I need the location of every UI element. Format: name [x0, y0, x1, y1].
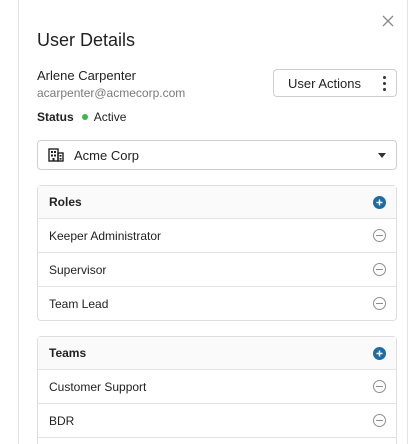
user-name: Arlene Carpenter: [37, 68, 136, 83]
team-label: BDR: [49, 413, 75, 428]
remove-team-button[interactable]: [373, 414, 386, 427]
remove-role-button[interactable]: [373, 263, 386, 276]
building-icon: [48, 148, 64, 162]
organization-select[interactable]: Acme Corp: [37, 140, 397, 170]
remove-role-button[interactable]: [373, 297, 386, 310]
status-row: Status Active: [37, 110, 126, 124]
status-label: Status: [37, 110, 74, 124]
remove-role-button[interactable]: [373, 229, 386, 242]
remove-team-button[interactable]: [373, 380, 386, 393]
status-indicator-icon: [81, 114, 88, 120]
kebab-menu-icon: [383, 75, 386, 91]
roles-header: Roles: [38, 186, 396, 219]
role-label: Team Lead: [49, 296, 109, 311]
user-actions-button[interactable]: User Actions: [273, 69, 397, 97]
minus-icon: [376, 386, 383, 387]
minus-icon: [376, 420, 383, 421]
add-role-button[interactable]: [373, 195, 386, 209]
teams-title: Teams: [49, 346, 87, 360]
organization-label: Acme Corp: [74, 147, 140, 163]
user-email: acarpenter@acmecorp.com: [37, 86, 186, 100]
user-actions-label: User Actions: [288, 75, 361, 91]
role-label: Keeper Administrator: [49, 228, 162, 243]
add-team-button[interactable]: [373, 346, 386, 360]
minus-icon: [376, 269, 383, 270]
role-row: Keeper Administrator: [38, 219, 396, 253]
close-icon: [382, 15, 394, 27]
team-row: BDR: [38, 404, 396, 438]
dialog-title: User Details: [37, 30, 136, 50]
team-label: Customer Support: [49, 379, 147, 394]
teams-header: Teams: [38, 337, 396, 370]
roles-title: Roles: [49, 195, 82, 209]
team-row: Customer Support: [38, 370, 396, 404]
status-value: Active: [93, 110, 127, 124]
minus-icon: [376, 235, 383, 236]
role-row: Supervisor: [38, 253, 396, 287]
plus-icon: [376, 350, 383, 356]
plus-icon: [376, 199, 383, 205]
close-button[interactable]: [377, 10, 399, 32]
role-row: Team Lead: [38, 287, 396, 320]
minus-icon: [376, 303, 383, 304]
role-label: Supervisor: [49, 262, 107, 277]
chevron-down-icon: [378, 152, 386, 158]
teams-card: Teams Customer Support BDR: [37, 336, 397, 444]
roles-card: Roles Keeper Administrator Supervisor Te…: [37, 185, 397, 321]
user-details-dialog: User Details Arlene Carpenter acarpenter…: [18, 0, 408, 444]
